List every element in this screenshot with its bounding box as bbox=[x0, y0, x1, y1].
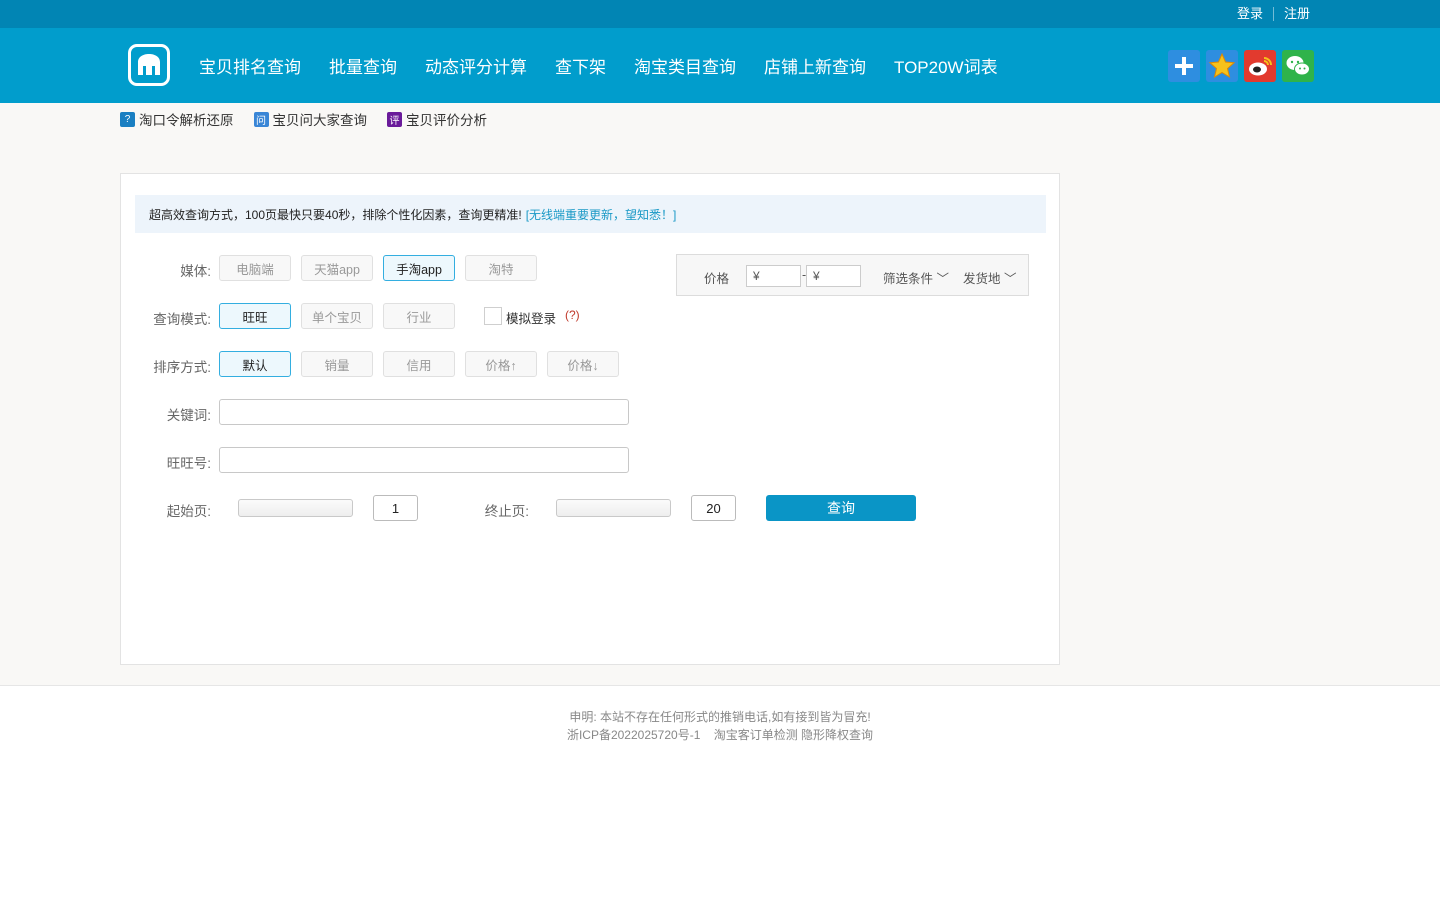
sort-option-price-asc[interactable]: 价格↑ bbox=[465, 351, 537, 377]
media-option-pc[interactable]: 电脑端 bbox=[219, 255, 291, 281]
price-min-input[interactable]: ¥ bbox=[746, 265, 801, 287]
review-icon: 评 bbox=[387, 111, 402, 127]
help-link[interactable]: (?) bbox=[565, 308, 580, 322]
sort-label: 排序方式: bbox=[153, 360, 211, 375]
price-label: 价格 bbox=[704, 272, 730, 286]
nav-item-batch[interactable]: 批量查询 bbox=[315, 53, 411, 78]
footer-disclaimer: 申明: 本站不存在任何形式的推销电话,如有接到皆为冒充! bbox=[569, 710, 871, 724]
nav-item-newitems[interactable]: 店铺上新查询 bbox=[750, 53, 880, 78]
site-logo[interactable] bbox=[128, 44, 170, 86]
social-icons bbox=[1168, 50, 1320, 82]
notice-banner: 超高效查询方式，100页最快只要40秒，排除个性化因素，查询更精准! [无线端重… bbox=[135, 195, 1046, 233]
register-link[interactable]: 注册 bbox=[1272, 7, 1320, 21]
wangwang-input[interactable] bbox=[219, 447, 629, 473]
ship-from-dropdown[interactable]: 发货地 ﹀ bbox=[963, 268, 1017, 287]
elephant-icon bbox=[138, 54, 160, 75]
end-page-label: 终止页: bbox=[484, 504, 529, 519]
tool-link-label: 宝贝问大家查询 bbox=[272, 113, 368, 128]
favorite-star-icon[interactable] bbox=[1206, 50, 1238, 82]
simulate-login-checkbox[interactable] bbox=[484, 307, 502, 325]
chevron-down-icon: ﹀ bbox=[933, 272, 949, 286]
nav-item-category[interactable]: 淘宝类目查询 bbox=[620, 53, 750, 78]
filter-label: 筛选条件 bbox=[883, 272, 934, 286]
footer-links[interactable]: 浙ICP备2022025720号-1 淘宝客订单检测 隐形降权查询 bbox=[0, 726, 1440, 744]
nav-item-offshelf[interactable]: 查下架 bbox=[541, 53, 620, 78]
tool-links: ? 淘口令解析还原 问 宝贝问大家查询 评 宝贝评价分析 bbox=[120, 109, 507, 129]
media-option-tmall[interactable]: 天猫app bbox=[301, 255, 373, 281]
notice-text: 超高效查询方式，100页最快只要40秒，排除个性化因素，查询更精准! bbox=[149, 207, 522, 222]
keyword-input[interactable] bbox=[219, 399, 629, 425]
tool-link-label: 宝贝评价分析 bbox=[406, 113, 487, 128]
tool-link-taokouling[interactable]: ? 淘口令解析还原 bbox=[120, 109, 234, 129]
main-nav: 宝贝排名查询 批量查询 动态评分计算 查下架 淘宝类目查询 店铺上新查询 TOP… bbox=[185, 28, 1012, 103]
wechat-icon[interactable] bbox=[1282, 50, 1314, 82]
top-bar: 登录 注册 bbox=[0, 0, 1440, 28]
media-label: 媒体: bbox=[180, 264, 211, 279]
mode-option-wangwang[interactable]: 旺旺 bbox=[219, 303, 291, 329]
nav-item-rank[interactable]: 宝贝排名查询 bbox=[185, 53, 315, 78]
end-page-slider[interactable] bbox=[556, 499, 671, 517]
query-panel: 超高效查询方式，100页最快只要40秒，排除个性化因素，查询更精准! [无线端重… bbox=[120, 173, 1060, 665]
sort-option-credit[interactable]: 信用 bbox=[383, 351, 455, 377]
login-link[interactable]: 登录 bbox=[1227, 7, 1273, 21]
ship-label: 发货地 bbox=[963, 272, 1001, 286]
footer: 申明: 本站不存在任何形式的推销电话,如有接到皆为冒充! 浙ICP备202202… bbox=[0, 708, 1440, 744]
notice-link[interactable]: [无线端重要更新，望知悉！] bbox=[526, 206, 677, 223]
wangwang-label: 旺旺号: bbox=[166, 456, 211, 471]
chevron-down-icon: ﹀ bbox=[1000, 272, 1017, 286]
filter-dropdown[interactable]: 筛选条件 ﹀ bbox=[883, 268, 949, 287]
media-option-taobao-app[interactable]: 手淘app bbox=[383, 255, 455, 281]
header: 宝贝排名查询 批量查询 动态评分计算 查下架 淘宝类目查询 店铺上新查询 TOP… bbox=[0, 28, 1440, 103]
start-page-input[interactable]: 1 bbox=[373, 495, 418, 521]
price-filter-box: 价格 ¥ - ¥ 筛选条件 ﹀ 发货地 ﹀ bbox=[676, 254, 1029, 296]
mode-option-single[interactable]: 单个宝贝 bbox=[301, 303, 373, 329]
simulate-login-label: 模拟登录 bbox=[506, 312, 557, 326]
sort-option-default[interactable]: 默认 bbox=[219, 351, 291, 377]
media-option-taote[interactable]: 淘特 bbox=[465, 255, 537, 281]
price-max-input[interactable]: ¥ bbox=[806, 265, 861, 287]
mode-option-industry[interactable]: 行业 bbox=[383, 303, 455, 329]
start-page-label: 起始页: bbox=[166, 504, 211, 519]
keyword-label: 关键词: bbox=[166, 408, 211, 423]
start-page-slider[interactable] bbox=[238, 499, 353, 517]
nav-item-dsr[interactable]: 动态评分计算 bbox=[411, 53, 541, 78]
end-page-input[interactable]: 20 bbox=[691, 495, 736, 521]
tool-link-ask[interactable]: 问 宝贝问大家查询 bbox=[253, 109, 368, 129]
account-links: 登录 注册 bbox=[1227, 0, 1320, 28]
key-icon: ? bbox=[120, 111, 135, 127]
mode-label: 查询模式: bbox=[153, 312, 211, 327]
plus-icon[interactable] bbox=[1168, 50, 1200, 82]
sort-option-price-desc[interactable]: 价格↓ bbox=[547, 351, 619, 377]
question-icon: 问 bbox=[253, 111, 269, 127]
weibo-icon[interactable] bbox=[1244, 50, 1276, 82]
nav-item-top20w[interactable]: TOP20W词表 bbox=[880, 53, 1012, 78]
query-button[interactable]: 查询 bbox=[766, 495, 916, 521]
sort-option-sales[interactable]: 销量 bbox=[301, 351, 373, 377]
tool-link-label: 淘口令解析还原 bbox=[139, 113, 234, 128]
tool-link-review[interactable]: 评 宝贝评价分析 bbox=[387, 109, 487, 129]
